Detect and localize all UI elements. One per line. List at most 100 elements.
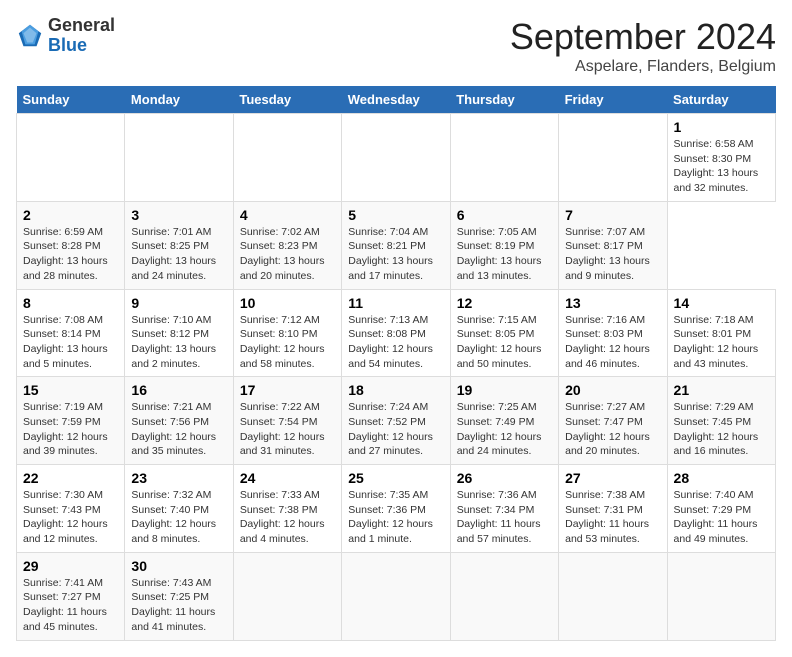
day-info: Sunrise: 7:16 AM Sunset: 8:03 PM Dayligh…: [565, 313, 660, 372]
day-number: 19: [457, 382, 552, 398]
day-number: 29: [23, 558, 118, 574]
daylight: Daylight: 13 hours and 24 minutes.: [131, 255, 216, 282]
sunset: Sunset: 7:49 PM: [457, 416, 535, 428]
sunset: Sunset: 8:03 PM: [565, 328, 643, 340]
sunrise: Sunrise: 7:35 AM: [348, 489, 428, 501]
day-number: 12: [457, 295, 552, 311]
day-number: 22: [23, 470, 118, 486]
day-info: Sunrise: 7:08 AM Sunset: 8:14 PM Dayligh…: [23, 313, 118, 372]
calendar-cell: 14 Sunrise: 7:18 AM Sunset: 8:01 PM Dayl…: [667, 289, 775, 377]
day-info: Sunrise: 7:21 AM Sunset: 7:56 PM Dayligh…: [131, 400, 226, 459]
sunset: Sunset: 8:25 PM: [131, 240, 209, 252]
week-row-6: 29 Sunrise: 7:41 AM Sunset: 7:27 PM Dayl…: [17, 552, 776, 640]
calendar-cell: 23 Sunrise: 7:32 AM Sunset: 7:40 PM Dayl…: [125, 465, 233, 553]
day-number: 20: [565, 382, 660, 398]
col-thursday: Thursday: [450, 86, 558, 114]
sunset: Sunset: 8:21 PM: [348, 240, 426, 252]
day-info: Sunrise: 7:25 AM Sunset: 7:49 PM Dayligh…: [457, 400, 552, 459]
day-info: Sunrise: 7:18 AM Sunset: 8:01 PM Dayligh…: [674, 313, 769, 372]
sunrise: Sunrise: 7:24 AM: [348, 401, 428, 413]
calendar-cell: 7 Sunrise: 7:07 AM Sunset: 8:17 PM Dayli…: [559, 201, 667, 289]
day-number: 7: [565, 207, 660, 223]
calendar-cell: 24 Sunrise: 7:33 AM Sunset: 7:38 PM Dayl…: [233, 465, 341, 553]
calendar-cell: 15 Sunrise: 7:19 AM Sunset: 7:59 PM Dayl…: [17, 377, 125, 465]
sunset: Sunset: 7:40 PM: [131, 504, 209, 516]
calendar-cell: 4 Sunrise: 7:02 AM Sunset: 8:23 PM Dayli…: [233, 201, 341, 289]
day-info: Sunrise: 7:04 AM Sunset: 8:21 PM Dayligh…: [348, 225, 443, 284]
day-info: Sunrise: 7:12 AM Sunset: 8:10 PM Dayligh…: [240, 313, 335, 372]
sunset: Sunset: 8:10 PM: [240, 328, 318, 340]
col-saturday: Saturday: [667, 86, 775, 114]
sunset: Sunset: 7:52 PM: [348, 416, 426, 428]
calendar-cell: 18 Sunrise: 7:24 AM Sunset: 7:52 PM Dayl…: [342, 377, 450, 465]
daylight: Daylight: 12 hours and 35 minutes.: [131, 431, 216, 458]
daylight: Daylight: 12 hours and 46 minutes.: [565, 343, 650, 370]
daylight: Daylight: 12 hours and 54 minutes.: [348, 343, 433, 370]
day-info: Sunrise: 7:05 AM Sunset: 8:19 PM Dayligh…: [457, 225, 552, 284]
calendar-cell: [559, 552, 667, 640]
page-header: General Blue September 2024 Aspelare, Fl…: [16, 16, 776, 76]
day-number: 18: [348, 382, 443, 398]
day-number: 14: [674, 295, 769, 311]
sunset: Sunset: 7:36 PM: [348, 504, 426, 516]
day-number: 27: [565, 470, 660, 486]
sunrise: Sunrise: 7:10 AM: [131, 314, 211, 326]
sunrise: Sunrise: 7:22 AM: [240, 401, 320, 413]
sunrise: Sunrise: 7:15 AM: [457, 314, 537, 326]
sunrise: Sunrise: 7:21 AM: [131, 401, 211, 413]
daylight: Daylight: 11 hours and 41 minutes.: [131, 606, 215, 633]
logo-icon: [16, 22, 44, 50]
col-tuesday: Tuesday: [233, 86, 341, 114]
daylight: Daylight: 12 hours and 16 minutes.: [674, 431, 759, 458]
calendar-cell: 9 Sunrise: 7:10 AM Sunset: 8:12 PM Dayli…: [125, 289, 233, 377]
sunrise: Sunrise: 7:13 AM: [348, 314, 428, 326]
calendar-cell: [233, 114, 341, 202]
calendar-cell: 3 Sunrise: 7:01 AM Sunset: 8:25 PM Dayli…: [125, 201, 233, 289]
col-wednesday: Wednesday: [342, 86, 450, 114]
week-row-3: 8 Sunrise: 7:08 AM Sunset: 8:14 PM Dayli…: [17, 289, 776, 377]
calendar-cell: 6 Sunrise: 7:05 AM Sunset: 8:19 PM Dayli…: [450, 201, 558, 289]
sunset: Sunset: 8:01 PM: [674, 328, 752, 340]
sunrise: Sunrise: 7:04 AM: [348, 226, 428, 238]
sunrise: Sunrise: 7:36 AM: [457, 489, 537, 501]
sunrise: Sunrise: 7:43 AM: [131, 577, 211, 589]
sunrise: Sunrise: 7:38 AM: [565, 489, 645, 501]
day-info: Sunrise: 7:19 AM Sunset: 7:59 PM Dayligh…: [23, 400, 118, 459]
daylight: Daylight: 12 hours and 27 minutes.: [348, 431, 433, 458]
sunrise: Sunrise: 7:07 AM: [565, 226, 645, 238]
sunrise: Sunrise: 7:12 AM: [240, 314, 320, 326]
daylight: Daylight: 13 hours and 28 minutes.: [23, 255, 108, 282]
sunrise: Sunrise: 7:29 AM: [674, 401, 754, 413]
day-info: Sunrise: 7:35 AM Sunset: 7:36 PM Dayligh…: [348, 488, 443, 547]
sunset: Sunset: 8:17 PM: [565, 240, 643, 252]
day-info: Sunrise: 7:02 AM Sunset: 8:23 PM Dayligh…: [240, 225, 335, 284]
daylight: Daylight: 12 hours and 12 minutes.: [23, 518, 108, 545]
day-info: Sunrise: 7:41 AM Sunset: 7:27 PM Dayligh…: [23, 576, 118, 635]
day-number: 30: [131, 558, 226, 574]
sunrise: Sunrise: 6:59 AM: [23, 226, 103, 238]
day-info: Sunrise: 7:22 AM Sunset: 7:54 PM Dayligh…: [240, 400, 335, 459]
week-row-1: 1 Sunrise: 6:58 AM Sunset: 8:30 PM Dayli…: [17, 114, 776, 202]
sunrise: Sunrise: 7:18 AM: [674, 314, 754, 326]
calendar-cell: 16 Sunrise: 7:21 AM Sunset: 7:56 PM Dayl…: [125, 377, 233, 465]
day-info: Sunrise: 7:32 AM Sunset: 7:40 PM Dayligh…: [131, 488, 226, 547]
day-info: Sunrise: 7:33 AM Sunset: 7:38 PM Dayligh…: [240, 488, 335, 547]
sunrise: Sunrise: 7:41 AM: [23, 577, 103, 589]
day-number: 11: [348, 295, 443, 311]
calendar-cell: 25 Sunrise: 7:35 AM Sunset: 7:36 PM Dayl…: [342, 465, 450, 553]
calendar-cell: 12 Sunrise: 7:15 AM Sunset: 8:05 PM Dayl…: [450, 289, 558, 377]
col-sunday: Sunday: [17, 86, 125, 114]
calendar-table: Sunday Monday Tuesday Wednesday Thursday…: [16, 86, 776, 641]
daylight: Daylight: 12 hours and 50 minutes.: [457, 343, 542, 370]
location-title: Aspelare, Flanders, Belgium: [510, 58, 776, 76]
sunset: Sunset: 8:08 PM: [348, 328, 426, 340]
sunset: Sunset: 8:12 PM: [131, 328, 209, 340]
sunrise: Sunrise: 6:58 AM: [674, 138, 754, 150]
day-info: Sunrise: 7:01 AM Sunset: 8:25 PM Dayligh…: [131, 225, 226, 284]
sunset: Sunset: 7:59 PM: [23, 416, 101, 428]
sunset: Sunset: 7:54 PM: [240, 416, 318, 428]
daylight: Daylight: 12 hours and 20 minutes.: [565, 431, 650, 458]
day-info: Sunrise: 7:10 AM Sunset: 8:12 PM Dayligh…: [131, 313, 226, 372]
day-number: 21: [674, 382, 769, 398]
calendar-cell: 21 Sunrise: 7:29 AM Sunset: 7:45 PM Dayl…: [667, 377, 775, 465]
